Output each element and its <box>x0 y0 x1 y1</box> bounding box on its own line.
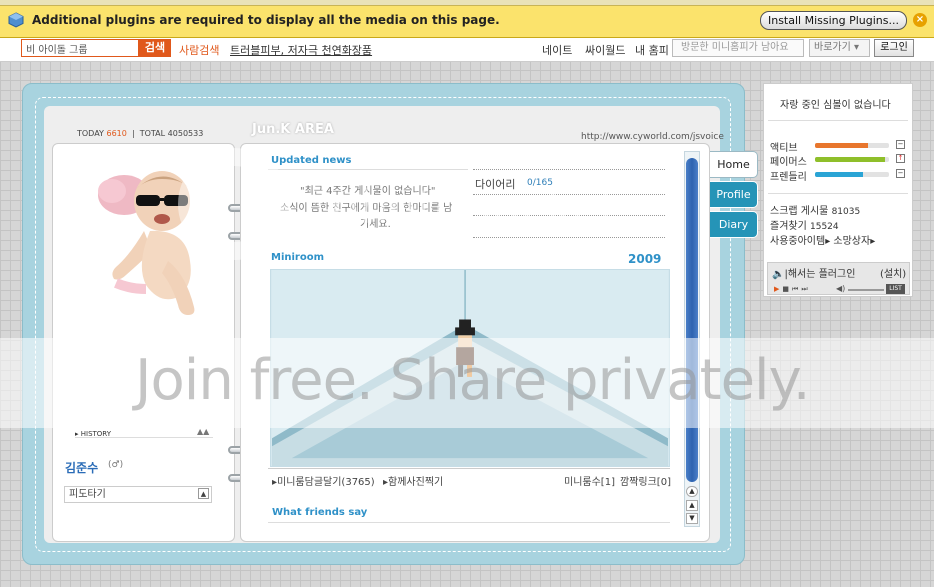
total-label: TOTAL <box>139 129 166 138</box>
divider <box>473 169 665 170</box>
next-icon[interactable]: ⏭ <box>801 285 810 293</box>
today-label: TODAY <box>77 129 104 138</box>
plugin-cube-icon <box>8 12 24 28</box>
stat-label-friendly: 프렌들리 <box>770 172 807 183</box>
miniroom-year: 2009 <box>628 252 662 266</box>
search-input[interactable] <box>21 39 139 57</box>
stat-label-active: 액티브 <box>770 143 798 154</box>
people-search-link[interactable]: 사람검색 <box>179 42 219 58</box>
nate-link[interactable]: 네이트 <box>542 42 572 58</box>
chevron-up-icon[interactable]: ▲ <box>198 488 209 499</box>
login-button[interactable]: 로그인 <box>874 39 914 57</box>
divider <box>268 522 670 523</box>
user-name[interactable]: 김준수 <box>65 459 98 476</box>
tab-profile[interactable]: Profile <box>710 181 758 208</box>
watermark-tagline: Join free. Share privately. <box>135 348 811 413</box>
chevron-down-icon: ▾ <box>850 42 860 53</box>
arrow-up-icon[interactable]: ↑ <box>896 154 905 163</box>
items-row: 사용중아이템▸ 소망상자▸ <box>770 236 876 247</box>
wishbox-link[interactable]: 소망상자 <box>833 236 870 247</box>
install-plugins-button[interactable]: Install Missing Plugins... <box>760 11 907 30</box>
my-home-link[interactable]: 내 홈피 <box>635 42 669 58</box>
expand-arrows-icon[interactable]: ▲▲ <box>197 427 209 436</box>
scrap-count: 81035 <box>831 207 861 217</box>
stat-label-famous: 페이머스 <box>770 157 807 168</box>
search-button[interactable]: 검색 <box>139 39 171 57</box>
watermark-logo-ring <box>178 148 290 260</box>
favorite-count: 15524 <box>810 222 839 232</box>
stat-bar-friendly <box>815 172 889 177</box>
surprise-link[interactable]: 깜짝링크[0] <box>620 473 671 488</box>
stat-bar-famous <box>815 157 889 162</box>
cyworld-link[interactable]: 싸이월드 <box>585 42 625 58</box>
miniroom-count-link[interactable]: 미니룸수[1] <box>564 473 615 488</box>
photo-together-link[interactable]: ▸함께사진찍기 <box>383 473 443 488</box>
player-title-text: 해서는 플러그인 <box>787 269 856 280</box>
stat-bar-active <box>815 143 889 148</box>
player-controls: ▶■⏮⏭ <box>774 285 811 294</box>
homepage-title: Jun.K AREA <box>252 122 334 137</box>
visited-homepages-box[interactable]: 방문한 미니홈피가 남아요 <box>672 39 804 57</box>
divider <box>768 120 908 121</box>
tab-home[interactable]: Home <box>710 151 758 178</box>
top-navigation: 검색 사람검색 트러블피부, 저자극 천연화장품 네이트 싸이월드 내 홈피 방… <box>0 38 934 62</box>
favorites[interactable]: 즐겨찾기 15524 <box>770 217 839 232</box>
photo-together-label: 함께사진찍기 <box>388 477 444 488</box>
updated-news-title: Updated news <box>271 155 352 166</box>
scroll-down-icon[interactable]: ▼ <box>686 513 698 524</box>
player-install-link[interactable]: (설치) <box>880 265 906 280</box>
scroll-up-icon[interactable]: ▲ <box>686 500 698 511</box>
prev-icon[interactable]: ⏮ <box>792 285 801 293</box>
favorite-label: 즐겨찾기 <box>770 221 807 232</box>
scrap-posts[interactable]: 스크랩 게시물 81035 <box>770 202 860 217</box>
total-count: 4050533 <box>167 129 204 138</box>
player-title: 🔈|해서는 플러그인 <box>772 269 856 280</box>
tab-diary[interactable]: Diary <box>710 211 758 238</box>
stat-fill-active <box>815 143 869 148</box>
browser-toolbar-strip <box>0 0 934 6</box>
visitor-counter: TODAY 6610 | TOTAL 4050533 <box>77 129 204 138</box>
minus-icon[interactable]: − <box>896 169 905 178</box>
gender-badge: (♂) <box>108 460 124 470</box>
scrap-label: 스크랩 게시물 <box>770 206 829 217</box>
minus-icon[interactable]: − <box>896 140 905 149</box>
symbol-headline: 자랑 중인 심볼이 없습니다 <box>780 100 891 111</box>
divider <box>473 237 665 238</box>
divider <box>768 193 908 194</box>
miniroom-comment-label: 미니룸담글달기(3765) <box>277 477 375 488</box>
plugin-message: Additional plugins are required to displ… <box>32 13 500 27</box>
history-label: HISTORY <box>80 430 111 438</box>
scrollbar-thumb[interactable] <box>686 158 698 482</box>
friends-say-title: What friends say <box>272 507 368 518</box>
miniroom-comment-link[interactable]: ▸미니룸담글달기(3765) <box>272 473 375 488</box>
divider <box>268 468 670 469</box>
playlist-button[interactable]: LIST <box>886 284 905 294</box>
close-icon[interactable]: × <box>913 13 927 27</box>
mood-select[interactable]: 피도타기 <box>64 486 212 503</box>
goto-select[interactable]: 바로가기 ▾ <box>809 39 870 57</box>
volume-slider[interactable] <box>848 289 884 291</box>
goto-label: 바로가기 <box>814 42 851 53</box>
stat-fill-famous <box>815 157 886 162</box>
homepage-url[interactable]: http://www.cyworld.com/jsvoice <box>581 132 724 142</box>
watermark-logo-text: photobucket <box>330 180 618 234</box>
ad-link[interactable]: 트러블피부, 저자극 천연화장품 <box>230 42 372 58</box>
divider <box>268 169 468 170</box>
stop-icon[interactable]: ■ <box>782 285 792 293</box>
items-link[interactable]: 사용중아이템 <box>770 236 825 247</box>
scroll-top-icon[interactable]: ▲ <box>686 486 698 497</box>
miniroom-title: Miniroom <box>271 252 325 263</box>
volume-icon[interactable]: ◀) <box>836 284 845 293</box>
today-count: 6610 <box>106 129 127 138</box>
history-link[interactable]: ▸ HISTORY <box>75 430 111 438</box>
speaker-icon: 🔈 <box>772 269 785 280</box>
stat-fill-friendly <box>815 172 864 177</box>
